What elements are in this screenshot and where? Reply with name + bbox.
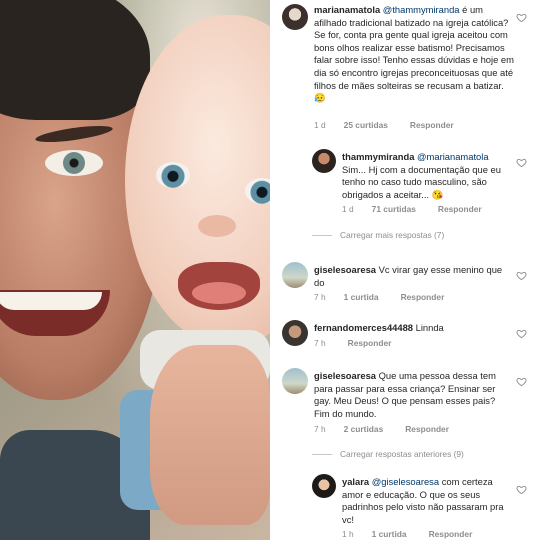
- avatar[interactable]: [282, 368, 308, 394]
- man-teeth: [0, 292, 102, 310]
- baby-tongue: [192, 282, 246, 304]
- comment-body: Sim... Hj com a documentação que eu tenh…: [342, 163, 501, 200]
- load-more-replies[interactable]: Carregar mais respostas (7): [312, 230, 444, 240]
- baby-left-eye: [156, 162, 190, 188]
- divider: [312, 235, 332, 237]
- comment-likes[interactable]: 1 curtida: [372, 529, 407, 539]
- load-more-label[interactable]: Carregar mais respostas (7): [340, 230, 444, 240]
- load-previous-replies[interactable]: Carregar respostas anteriores (9): [312, 449, 464, 459]
- comment-time: 1 d: [314, 120, 326, 130]
- comment-mention[interactable]: @giselesoaresa: [372, 476, 439, 487]
- comment-text: yalara @giselesoaresa com certeza amor e…: [342, 476, 510, 526]
- comment-mention[interactable]: @marianamatola: [417, 151, 489, 162]
- comment-time: 7 h: [314, 424, 326, 434]
- avatar[interactable]: [282, 4, 308, 30]
- comment-username[interactable]: fernandomerces44488: [314, 322, 413, 333]
- heart-icon[interactable]: [516, 270, 527, 281]
- comment-body: Linnda: [413, 322, 444, 333]
- baby-hand: [150, 345, 270, 525]
- comment-meta: 1 h 1 curtida Responder: [342, 529, 472, 539]
- heart-icon[interactable]: [516, 12, 527, 23]
- comment-username[interactable]: yalara: [342, 476, 369, 487]
- comment-text: giselesoaresa Que uma pessoa dessa tem p…: [314, 370, 510, 420]
- comment-text: giselesoaresa Vc virar gay esse menino q…: [314, 264, 510, 289]
- heart-icon[interactable]: [516, 157, 527, 168]
- post-photo: [0, 0, 270, 540]
- reply-button[interactable]: Responder: [429, 529, 473, 539]
- heart-icon[interactable]: [516, 376, 527, 387]
- avatar[interactable]: [282, 320, 308, 346]
- emoji: 😘: [431, 188, 444, 200]
- comment-text: marianamatola @thammymiranda é um afilha…: [314, 4, 514, 105]
- comments-panel: marianamatola @thammymiranda é um afilha…: [270, 0, 540, 540]
- man-hair: [0, 0, 150, 120]
- comment-username[interactable]: thammymiranda: [342, 151, 414, 162]
- reply-button[interactable]: Responder: [438, 204, 482, 214]
- avatar[interactable]: [282, 262, 308, 288]
- baby-nose: [198, 215, 236, 237]
- comment-body: é um afilhado tradicional batizado na ig…: [314, 4, 514, 91]
- comment-time: 1 d: [342, 204, 354, 214]
- reply-button[interactable]: Responder: [401, 292, 445, 302]
- comment-time: 7 h: [314, 292, 326, 302]
- comment-meta: 7 h Responder: [314, 338, 391, 348]
- reply-button[interactable]: Responder: [348, 338, 392, 348]
- divider: [312, 454, 332, 456]
- comment-text: thammymiranda @marianamatola Sim... Hj c…: [342, 151, 510, 201]
- avatar[interactable]: [312, 149, 336, 173]
- reply-button[interactable]: Responder: [405, 424, 449, 434]
- comment-username[interactable]: giselesoaresa: [314, 264, 376, 275]
- comment-text: fernandomerces44488 Linnda: [314, 322, 510, 335]
- comment-likes[interactable]: 25 curtidas: [344, 120, 388, 130]
- comment-meta: 7 h 1 curtida Responder: [314, 292, 444, 302]
- comment-meta: 1 d 25 curtidas Responder: [314, 120, 454, 130]
- reply-button[interactable]: Responder: [410, 120, 454, 130]
- comment-username[interactable]: marianamatola: [314, 4, 380, 15]
- load-more-label[interactable]: Carregar respostas anteriores (9): [340, 449, 464, 459]
- comment-mention[interactable]: @thammymiranda: [383, 4, 460, 15]
- comment-likes[interactable]: 71 curtidas: [372, 204, 416, 214]
- avatar[interactable]: [312, 474, 336, 498]
- comment-meta: 1 d 71 curtidas Responder: [342, 204, 482, 214]
- comment-time: 7 h: [314, 338, 326, 348]
- comment-time: 1 h: [342, 529, 354, 539]
- comment-username[interactable]: giselesoaresa: [314, 370, 376, 381]
- man-eye: [45, 150, 103, 176]
- comment-likes[interactable]: 1 curtida: [344, 292, 379, 302]
- heart-icon[interactable]: [516, 484, 527, 495]
- comment-likes[interactable]: 2 curtidas: [344, 424, 384, 434]
- comment-meta: 7 h 2 curtidas Responder: [314, 424, 449, 434]
- emoji: 😥: [314, 92, 326, 104]
- heart-icon[interactable]: [516, 328, 527, 339]
